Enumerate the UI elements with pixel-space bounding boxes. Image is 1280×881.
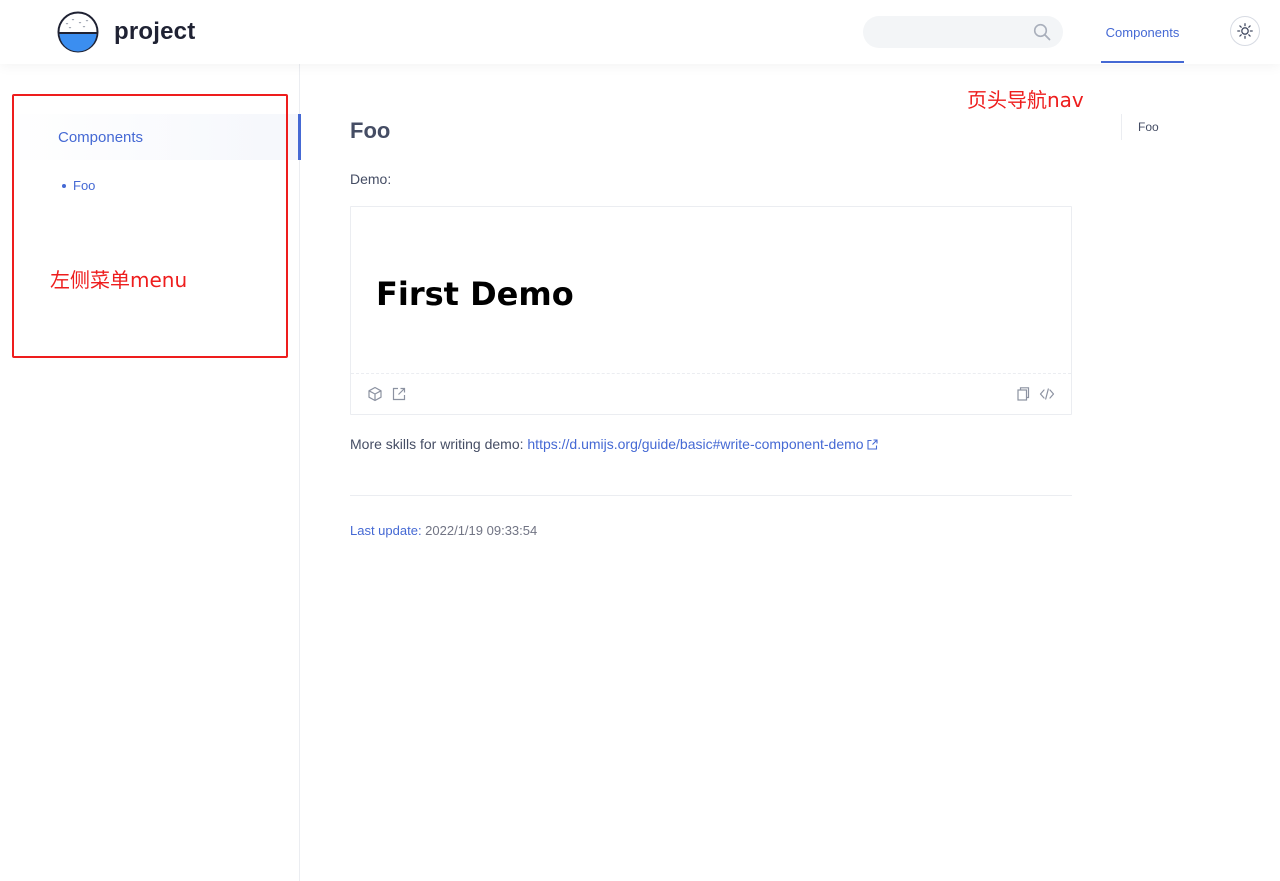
open-external-icon[interactable]: [391, 386, 407, 402]
demo-heading: First Demo: [376, 275, 574, 313]
page-title: Foo: [350, 118, 391, 143]
search-icon[interactable]: [1033, 23, 1051, 41]
nav-item-components[interactable]: Components: [1101, 0, 1184, 64]
rice-bowl-logo-icon: [57, 11, 99, 53]
sidebar-active-indicator: [298, 114, 301, 160]
last-update-label: Last update:: [350, 523, 422, 538]
demo-label: Demo:: [350, 171, 392, 187]
write-demo-link-text: https://d.umijs.org/guide/basic#write-co…: [527, 436, 864, 452]
copy-icon[interactable]: [1015, 386, 1031, 402]
demo-preview: First Demo: [351, 207, 1071, 374]
toc-item-foo[interactable]: Foo: [1138, 120, 1159, 134]
annotation-label-menu: 左侧菜单menu: [50, 268, 188, 292]
site-title: project: [114, 18, 196, 45]
search-input[interactable]: [863, 16, 1023, 48]
nav-active-indicator: [1101, 61, 1184, 63]
content-divider: [350, 495, 1072, 496]
last-update: Last update: 2022/1/19 09:33:54: [350, 523, 537, 538]
table-of-contents: Foo: [1121, 114, 1241, 140]
logo-link[interactable]: project: [57, 11, 195, 53]
sun-icon: [1237, 23, 1253, 39]
external-link-icon: [867, 439, 878, 450]
last-update-value: 2022/1/19 09:33:54: [421, 523, 538, 538]
more-skills-label: More skills for writing demo:: [350, 436, 528, 452]
codesandbox-icon[interactable]: [367, 386, 383, 402]
write-demo-link[interactable]: https://d.umijs.org/guide/basic#write-co…: [527, 436, 878, 452]
search-box: [863, 16, 1063, 48]
demo-actions-bar: [351, 374, 1071, 414]
demo-card: First Demo: [350, 206, 1072, 415]
navbar: project Components: [0, 0, 1280, 64]
theme-toggle-button[interactable]: [1230, 16, 1260, 46]
more-skills-text: More skills for writing demo: https://d.…: [350, 436, 878, 452]
annotation-box-menu: [12, 94, 288, 358]
code-toggle-icon[interactable]: [1039, 386, 1055, 402]
annotation-label-nav: 页头导航nav: [967, 88, 1084, 112]
